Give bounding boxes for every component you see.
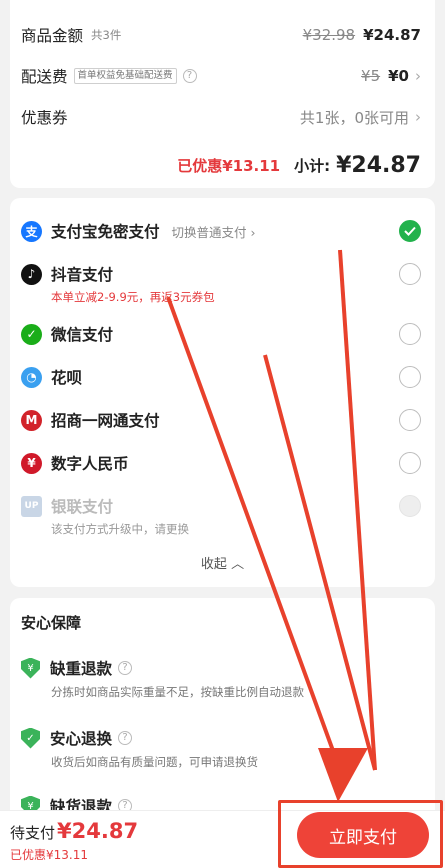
shipping-original-price: ¥5	[361, 67, 381, 85]
wechat-icon: ✓	[21, 323, 42, 345]
ecny-icon: ¥	[21, 452, 42, 474]
payment-name: 花呗	[51, 369, 83, 387]
assurance-desc: 分拣时如商品实际重量不足，按缺重比例自动退款	[51, 685, 304, 699]
payment-name: 抖音支付	[51, 266, 114, 284]
payment-option-huabei[interactable]: ◔ 花呗	[21, 364, 421, 390]
subtotal-row: 已优惠¥13.11 小计: ¥24.87	[21, 152, 421, 178]
pay-button-highlight: 立即支付	[278, 800, 443, 868]
payment-name: 微信支付	[51, 326, 114, 344]
payment-name: 支付宝免密支付	[51, 223, 160, 241]
amount-due: 待支付 ¥24.87	[10, 819, 138, 843]
goods-count: 共3件	[91, 28, 122, 42]
subtotal-value: ¥24.87	[336, 152, 421, 178]
assurance-desc: 收货后如商品有质量问题，可申请退换货	[51, 755, 258, 769]
goods-amount-label: 商品金额	[21, 27, 84, 45]
goods-amount-row: 商品金额 共3件 ¥32.98 ¥24.87	[21, 23, 421, 47]
radio-checked[interactable]	[399, 220, 421, 242]
payment-option-cmb[interactable]: M 招商一网通支付	[21, 407, 421, 433]
shipping-label: 配送费	[21, 68, 68, 86]
check-icon	[404, 226, 416, 236]
amount-due-label: 待支付	[10, 824, 56, 842]
assurance-name: 缺重退款	[50, 660, 113, 678]
bottom-saved-amount: 已优惠¥13.11	[10, 848, 88, 862]
help-icon[interactable]: ?	[182, 69, 197, 83]
radio-disabled	[399, 495, 421, 517]
cmb-icon: M	[21, 409, 42, 431]
collapse-button[interactable]: 收起 ︿	[10, 553, 435, 572]
assurance-name: 安心退换	[50, 730, 113, 748]
chevron-right-icon: ›	[415, 108, 421, 126]
payment-option-ecny[interactable]: ¥ 数字人民币	[21, 450, 421, 476]
assurance-item: ✓ 安心退换 ? 收货后如商品有质量问题，可申请退换货	[21, 726, 421, 770]
radio-unchecked[interactable]	[399, 409, 421, 431]
shield-check-icon: ✓	[21, 727, 40, 749]
pay-now-button[interactable]: 立即支付	[297, 812, 429, 858]
assurance-title: 安心保障	[21, 614, 82, 632]
saved-amount: 已优惠¥13.11	[177, 156, 281, 175]
amount-due-value: ¥24.87	[57, 819, 139, 843]
goods-original-price: ¥32.98	[302, 26, 356, 44]
payment-name: 银联支付	[51, 498, 114, 516]
coupon-label: 优惠券	[21, 109, 68, 127]
shipping-row[interactable]: 配送费 首单权益免基础配送费 ? ¥5 ¥0 ›	[21, 64, 421, 88]
switch-normal-pay-link[interactable]: 切换普通支付 ›	[172, 222, 256, 241]
chevron-up-icon: ︿	[231, 557, 245, 572]
goods-price: ¥24.87	[363, 26, 421, 44]
radio-unchecked[interactable]	[399, 263, 421, 285]
alipay-icon: 支	[21, 220, 42, 242]
douyin-icon: ♪	[21, 263, 42, 285]
payment-option-douyin[interactable]: ♪ 抖音支付	[21, 261, 421, 287]
radio-unchecked[interactable]	[399, 323, 421, 345]
unionpay-note: 该支付方式升级中，请更换	[51, 522, 189, 536]
payment-option-wechat[interactable]: ✓ 微信支付	[21, 321, 421, 347]
payment-option-unionpay: UP 银联支付	[21, 493, 421, 519]
radio-unchecked[interactable]	[399, 452, 421, 474]
payment-methods-card: 支 支付宝免密支付 切换普通支付 › ♪ 抖音支付 本单立减2-9.9元，再返3…	[10, 198, 435, 587]
huabei-icon: ◔	[21, 366, 42, 388]
unionpay-icon: UP	[21, 495, 42, 517]
payment-name: 数字人民币	[51, 455, 129, 473]
bottom-pay-bar: 待支付 ¥24.87 已优惠¥13.11 立即支付	[0, 800, 445, 868]
help-icon[interactable]: ?	[118, 661, 133, 675]
douyin-promo-note: 本单立减2-9.9元，再返3元券包	[51, 290, 215, 304]
payment-name: 招商一网通支付	[51, 412, 160, 430]
payment-option-alipay[interactable]: 支 支付宝免密支付 切换普通支付 ›	[21, 218, 421, 244]
radio-unchecked[interactable]	[399, 366, 421, 388]
order-summary-card: 商品金额 共3件 ¥32.98 ¥24.87 配送费 首单权益免基础配送费 ? …	[10, 0, 435, 188]
shield-icon: ¥	[21, 657, 40, 679]
shipping-price: ¥0	[388, 67, 409, 85]
chevron-right-icon: ›	[415, 67, 421, 85]
coupon-info: 共1张，0张可用	[299, 108, 409, 127]
subtotal-label: 小计:	[294, 156, 331, 175]
shipping-tag: 首单权益免基础配送费	[73, 68, 177, 84]
coupon-row[interactable]: 优惠券 共1张，0张可用 ›	[21, 105, 421, 129]
help-icon[interactable]: ?	[118, 731, 133, 745]
assurance-item: ¥ 缺重退款 ? 分拣时如商品实际重量不足，按缺重比例自动退款	[21, 656, 421, 700]
